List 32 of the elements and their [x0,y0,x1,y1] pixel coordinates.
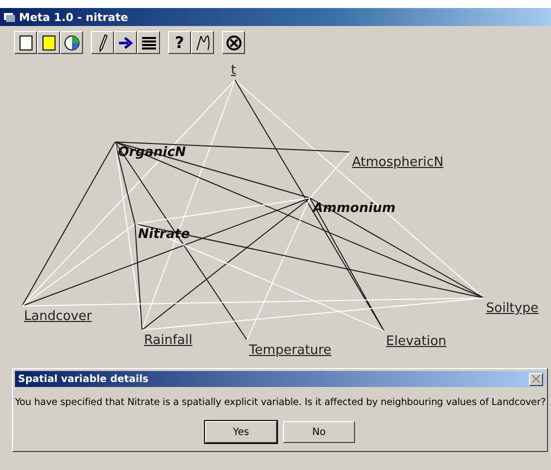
close-button[interactable] [529,372,543,386]
folder-icon [42,34,56,50]
pencil-button[interactable] [91,31,114,54]
dialog-button[interactable]: No [283,421,355,443]
dialog-button[interactable]: Yes [205,421,277,443]
node-label[interactable]: Temperature [249,343,332,358]
node-label[interactable]: t [231,63,236,78]
chart-button[interactable] [60,31,83,54]
new-button[interactable] [14,31,37,54]
node-label[interactable]: AtmosphericN [352,155,444,170]
window-title: Meta 1.0 - nitrate [19,10,128,24]
pencil-icon [98,34,108,52]
dialog-message: You have specified that Nitrate is a spatially explicit variable. Is it affected by neighbouring values of Landcover? [15,397,545,408]
node-label[interactable]: Landcover [24,309,92,324]
open-button[interactable] [37,31,60,54]
help-button[interactable]: ? [168,31,191,54]
close-icon [532,375,540,383]
cancel-icon [226,34,242,50]
list-button[interactable] [137,31,160,54]
dialog-title: Spatial variable details [18,374,148,384]
node-label[interactable]: Rainfall [144,333,192,348]
lines-icon [140,36,156,50]
arrow-icon [118,36,134,50]
wave-icon [194,34,212,50]
node-label[interactable]: Elevation [386,334,446,349]
app-icon [4,12,15,22]
arrow-button[interactable] [114,31,137,54]
wave-button[interactable] [191,31,214,54]
node-label[interactable]: Soiltype [486,301,538,316]
blank-page-icon [18,34,32,50]
stop-button[interactable] [222,31,245,54]
pie-chart-icon [64,34,80,50]
